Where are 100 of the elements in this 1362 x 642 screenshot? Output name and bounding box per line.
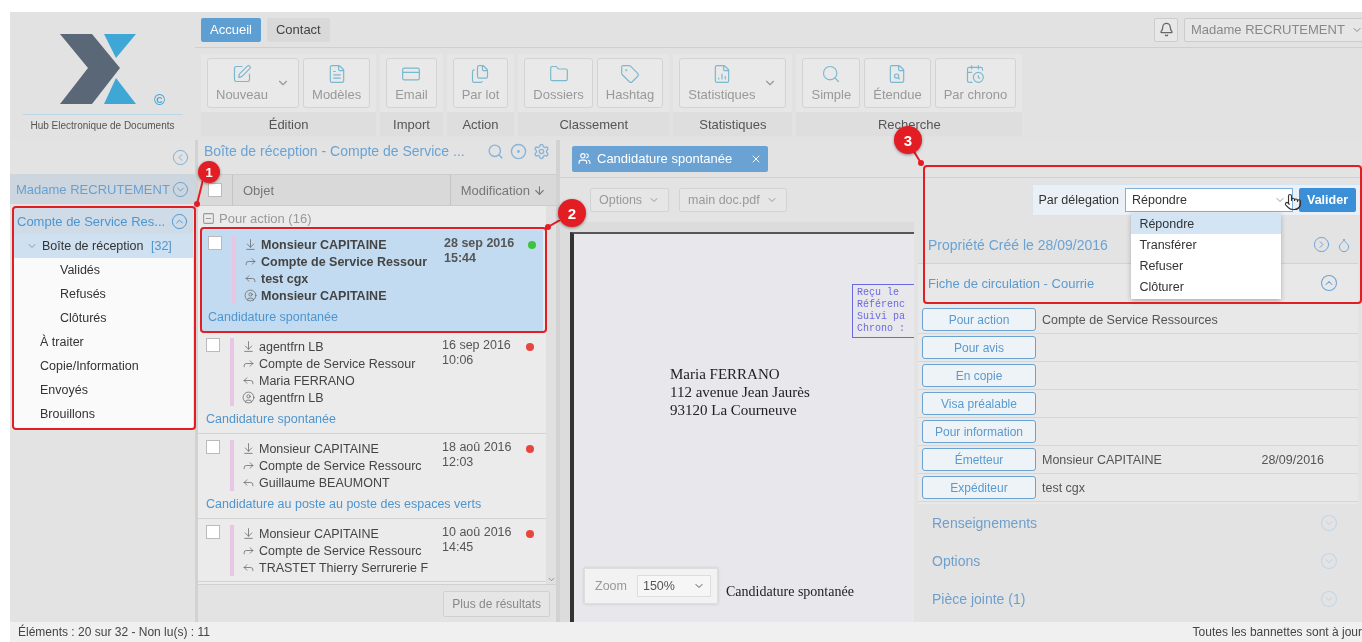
collapse-icon[interactable] bbox=[1320, 274, 1338, 292]
checkbox[interactable] bbox=[208, 236, 222, 250]
forward-icon bbox=[242, 544, 255, 557]
reply-icon bbox=[244, 272, 257, 285]
section-title[interactable]: Fiche de circulation - Courrie bbox=[928, 275, 1095, 291]
ribbon-button[interactable]: Modèles bbox=[303, 58, 371, 108]
expand-icon[interactable] bbox=[1320, 552, 1338, 570]
settings-icon[interactable] bbox=[533, 143, 550, 160]
ribbon-button[interactable]: Statistiques bbox=[679, 58, 787, 108]
ribbon-button[interactable]: Étendue bbox=[864, 58, 931, 108]
column-header[interactable]: Modification bbox=[449, 175, 556, 205]
reply-icon bbox=[242, 561, 255, 574]
group-label: Statistiques bbox=[673, 112, 793, 136]
status-text: Éléments : 20 sur 32 - Non lu(s) : 11 bbox=[18, 625, 210, 639]
message-item[interactable]: Monsieur CAPITAINE Compte de Service Ressourc TRASTET Thierry Serrurerie F 10 aoû 2016 14:45 bbox=[198, 519, 546, 582]
section-title[interactable]: Renseignements bbox=[932, 515, 1038, 531]
logo-caption: Hub Electronique de Documents bbox=[22, 113, 183, 131]
tree-item[interactable]: Validés bbox=[12, 258, 193, 282]
tree-item[interactable]: Boîte de réception [32] bbox=[12, 234, 193, 258]
message-line: Maria FERRANO bbox=[242, 372, 434, 389]
dropdown-button[interactable]: Options bbox=[590, 188, 670, 212]
role-button[interactable]: Pour information bbox=[922, 420, 1036, 443]
user-circle-icon bbox=[242, 391, 255, 404]
checkbox[interactable] bbox=[206, 440, 220, 454]
role-button[interactable]: Pour avis bbox=[922, 336, 1036, 359]
scroll-down-icon[interactable] bbox=[546, 575, 556, 584]
properties-title: Propriété Créé le 28/09/2016 bbox=[928, 236, 1108, 253]
tree-item[interactable]: Refusés bbox=[12, 282, 193, 306]
role-button[interactable]: Visa préalable bbox=[922, 392, 1036, 415]
role-button[interactable]: En copie bbox=[922, 364, 1036, 387]
zoom-label: Zoom bbox=[594, 579, 628, 593]
role-button[interactable]: Pour action bbox=[922, 308, 1036, 331]
ribbon-button[interactable]: Par chrono bbox=[934, 58, 1017, 108]
ribbon-button[interactable]: Simple bbox=[802, 58, 861, 108]
stamp-text: Référenc bbox=[857, 299, 906, 311]
message-line: TRASTET Thierry Serrurerie F bbox=[242, 559, 434, 576]
date-text: 28 sep 2016 15:44 bbox=[444, 236, 516, 266]
subject-link[interactable]: Candidature au poste au poste des espaces verts bbox=[206, 491, 540, 513]
ribbon-button[interactable]: Email bbox=[386, 58, 437, 108]
expand-icon[interactable] bbox=[1320, 590, 1338, 608]
dropdown-button[interactable]: main doc.pdf bbox=[679, 188, 787, 212]
group-label: Édition bbox=[201, 112, 377, 136]
collapse-icon[interactable] bbox=[172, 148, 189, 166]
ribbon-button[interactable]: Hashtag bbox=[596, 58, 664, 108]
checkbox[interactable] bbox=[206, 338, 220, 352]
tree-item[interactable]: À traiter bbox=[12, 330, 193, 354]
search-icon[interactable] bbox=[487, 143, 504, 160]
collapse-icon[interactable] bbox=[202, 211, 215, 225]
menu-item[interactable]: Clôturer bbox=[1131, 276, 1282, 297]
ribbon-tab[interactable]: Accueil bbox=[201, 17, 261, 42]
group-label: Import bbox=[380, 112, 443, 136]
ribbon-button[interactable]: Dossiers bbox=[524, 58, 593, 108]
checkbox[interactable] bbox=[206, 525, 220, 539]
message-line: Monsieur CAPITAINE bbox=[244, 236, 436, 253]
user-circle-icon bbox=[244, 289, 257, 302]
user-select[interactable]: Madame RECRUTEMENT bbox=[1184, 17, 1362, 42]
date-text: 18 aoû 2016 12:03 bbox=[442, 440, 513, 470]
sort-arrow-icon bbox=[533, 183, 546, 197]
message-item[interactable]: Monsieur CAPITAINE Compte de Service Ressour test cgx Monsieur CAPITAINE 28 sep 2016 15:44 Candidature spontanée bbox=[200, 230, 543, 332]
ribbon-button[interactable]: Par lot bbox=[452, 58, 509, 108]
forward-icon bbox=[242, 357, 255, 370]
subject-link[interactable]: Candidature spontanée bbox=[208, 304, 537, 326]
date-text: 10 aoû 2016 14:45 bbox=[442, 525, 513, 555]
role-button[interactable]: Expéditeur bbox=[922, 476, 1036, 499]
message-item[interactable]: agentfrn LB Compte de Service Ressour Maria FERRANO agentfrn LB 16 sep 2016 10:06 Candidature spontanée bbox=[198, 332, 546, 434]
section-title[interactable]: Pièce jointe (1) bbox=[932, 591, 1026, 607]
menu-item[interactable]: Transférer bbox=[1131, 234, 1282, 255]
ribbon-button[interactable]: Nouveau bbox=[207, 58, 300, 108]
checkbox[interactable] bbox=[208, 183, 222, 197]
more-results-button[interactable]: Plus de résultats bbox=[443, 590, 550, 617]
menu-item[interactable]: Répondre bbox=[1131, 213, 1282, 234]
tree-item[interactable]: Brouillons bbox=[12, 402, 193, 426]
zoom-select[interactable]: 150% bbox=[636, 575, 711, 597]
column-header[interactable]: Objet bbox=[232, 175, 450, 205]
download-icon bbox=[242, 527, 255, 540]
circle-icon[interactable] bbox=[510, 143, 527, 160]
tree-item[interactable]: Envoyés bbox=[12, 378, 193, 402]
expand-icon[interactable] bbox=[1320, 514, 1338, 532]
document-tab[interactable]: Candidature spontanée bbox=[572, 145, 769, 172]
tree-item[interactable]: Clôturés bbox=[12, 306, 193, 330]
section-title[interactable]: Options bbox=[932, 553, 981, 569]
scrollbar[interactable] bbox=[546, 206, 556, 584]
tree-item[interactable]: Copie/Information bbox=[12, 354, 193, 378]
ribbon-tab[interactable]: Contact bbox=[266, 17, 330, 42]
message-line: Compte de Service Ressour bbox=[242, 355, 434, 372]
users-icon bbox=[578, 152, 591, 165]
group-label: Pour action (16) bbox=[219, 210, 312, 226]
search-icon bbox=[821, 64, 842, 84]
message-line: agentfrn LB bbox=[242, 338, 434, 355]
user-row[interactable]: Madame RECRUTEMENT bbox=[10, 174, 195, 204]
validate-button[interactable]: Valider bbox=[1299, 188, 1356, 212]
notifications-button[interactable] bbox=[1154, 17, 1178, 42]
date-text: 28/09/2016 bbox=[1261, 452, 1325, 467]
account-header[interactable]: Compte de Service Res... bbox=[12, 208, 193, 234]
role-button[interactable]: Émetteur bbox=[922, 448, 1036, 471]
menu-item[interactable]: Refuser bbox=[1131, 255, 1282, 276]
subject-link[interactable]: Candidature spontanée bbox=[206, 406, 540, 428]
drop-icon[interactable] bbox=[1336, 236, 1352, 253]
chevron-right-icon[interactable] bbox=[1313, 236, 1330, 253]
message-item[interactable]: Monsieur CAPITAINE Compte de Service Ressourc Guillaume BEAUMONT 18 aoû 2016 12:03 Candidature au poste au poste des espaces verts bbox=[198, 434, 546, 519]
